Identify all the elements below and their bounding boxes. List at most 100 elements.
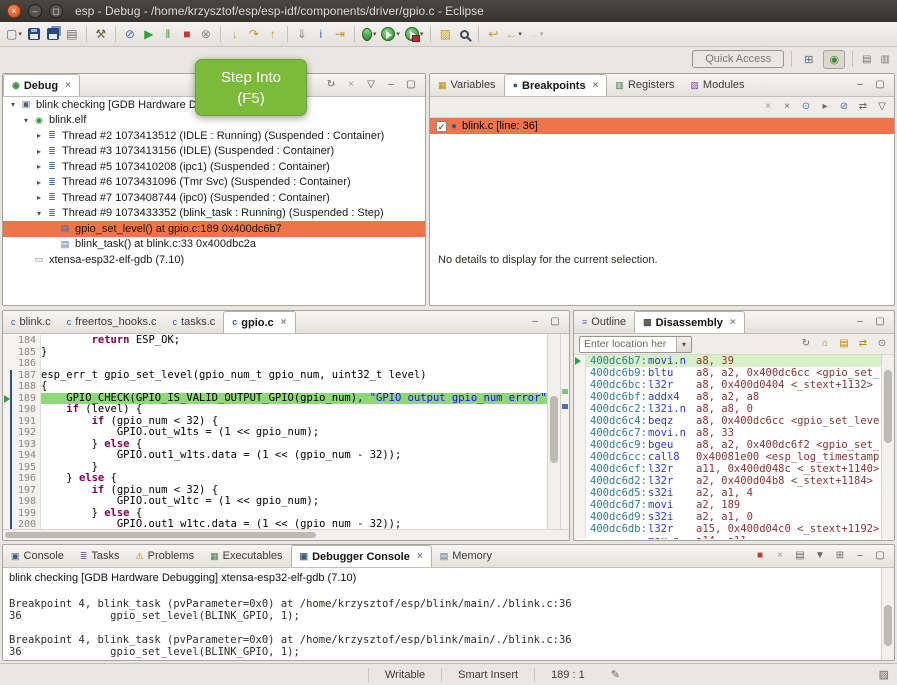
disassembly-line[interactable]: 400dc6c9:bgeua8, a2, 0x400dc6f2 <gpio_se…: [574, 439, 881, 451]
refresh-button[interactable]: ↻: [799, 339, 813, 349]
external-tools-button[interactable]: ▾: [403, 24, 426, 44]
scrollbar-thumb[interactable]: [884, 605, 892, 646]
window-minimize-button[interactable]: –: [28, 4, 42, 18]
tab-freertos-hooks-c[interactable]: cfreertos_hooks.c: [59, 311, 165, 333]
debug-tree-item[interactable]: ▾≣Thread #9 1073433352 (blink_task : Run…: [3, 206, 425, 222]
debug-tree-item[interactable]: ▸≣Thread #5 1073410208 (ipc1) (Suspended…: [3, 159, 425, 175]
open-console-button[interactable]: ⊞: [833, 551, 847, 561]
show-source-button[interactable]: ▤: [837, 339, 851, 349]
location-combo[interactable]: ▾: [579, 336, 692, 353]
remove-breakpoint-button[interactable]: ×: [761, 102, 775, 112]
disassembly-line[interactable]: 400dc6c2:l32i.na8, a8, 0: [574, 403, 881, 415]
quick-access-button[interactable]: Quick Access: [692, 50, 784, 68]
scrollbar-thumb[interactable]: [550, 396, 558, 462]
twisty-icon[interactable]: ▸: [33, 131, 45, 140]
debug-tree-item[interactable]: ▸≣Thread #3 1073413156 (IDLE) (Suspended…: [3, 144, 425, 160]
breakpoint-item[interactable]: ✓ ● blink.c [line: 36]: [430, 118, 894, 134]
disassembly-line[interactable]: 400dc6b7:movi.na8, 39: [574, 355, 881, 367]
tab-variables[interactable]: ▦Variables: [430, 74, 504, 96]
tab-breakpoints[interactable]: ●Breakpoints×: [504, 74, 608, 96]
twisty-icon[interactable]: ▸: [33, 178, 45, 187]
disassembly-scrollbar[interactable]: [881, 355, 894, 539]
scrollbar-thumb[interactable]: [5, 532, 316, 538]
twisty-icon[interactable]: ▸: [33, 193, 45, 202]
search-button[interactable]: [455, 24, 473, 44]
disassembly-line[interactable]: 400dc6b9:bltua8, a2, 0x400dc6cc <gpio_se…: [574, 367, 881, 379]
editor-horizontal-scrollbar[interactable]: [3, 529, 569, 540]
remove-all-terminated-button[interactable]: ×: [344, 80, 358, 90]
minimize-button[interactable]: –: [528, 317, 542, 327]
build-button[interactable]: ⚒: [92, 24, 110, 44]
close-tab-icon[interactable]: ×: [281, 317, 287, 328]
location-input[interactable]: [580, 337, 676, 352]
disassembly-line[interactable]: 400dc6c4:beqza8, 0x400dc6cc <gpio_set_le…: [574, 415, 881, 427]
overview-ruler[interactable]: [560, 334, 569, 529]
sync-with-pc-button[interactable]: ⇄: [856, 339, 870, 349]
terminate-button[interactable]: ■: [178, 24, 196, 44]
tab-gpio-c[interactable]: cgpio.c×: [223, 311, 295, 333]
tab-debugger-console[interactable]: ▣Debugger Console×: [291, 545, 432, 567]
close-tab-icon[interactable]: ×: [593, 80, 599, 91]
minimize-button[interactable]: –: [853, 317, 867, 327]
tab-console[interactable]: ▣Console: [3, 545, 72, 567]
debug-perspective-button[interactable]: ◉: [823, 50, 845, 69]
show-supported-breakpoints-button[interactable]: ⊙: [799, 102, 813, 112]
new-c-file-button[interactable]: ▨: [436, 24, 454, 44]
link-with-debug-view-button[interactable]: ⇄: [856, 102, 870, 112]
disassembly-line[interactable]: 400dc6db:l32ra15, 0x400d04c0 <_stext+119…: [574, 523, 881, 535]
minimized-view-1-button[interactable]: ▤: [860, 53, 873, 66]
disassembly-line[interactable]: mov.na14, a11: [574, 535, 881, 539]
suspend-button[interactable]: ‖: [159, 24, 177, 44]
debug-button[interactable]: ▾: [360, 24, 379, 44]
close-tab-icon[interactable]: ×: [65, 80, 71, 91]
debug-tree-item[interactable]: ▸≣Thread #2 1073413512 (IDLE : Running) …: [3, 128, 425, 144]
open-perspective-button[interactable]: ⊞: [799, 51, 818, 68]
disconnect-button[interactable]: ⊗: [197, 24, 215, 44]
terminate-button[interactable]: ■: [753, 551, 767, 561]
maximize-button[interactable]: ▢: [548, 317, 562, 327]
save-all-button[interactable]: [44, 24, 62, 44]
maximize-button[interactable]: ▢: [873, 80, 887, 90]
home-button[interactable]: ⌂: [818, 339, 832, 349]
twisty-icon[interactable]: ▸: [33, 162, 45, 171]
remove-launch-button[interactable]: ×: [773, 551, 787, 561]
disassembly-line[interactable]: 400dc6d5:s32ia2, a1, 4: [574, 487, 881, 499]
maximize-button[interactable]: ▢: [404, 80, 418, 90]
view-menu-button[interactable]: ▽: [875, 102, 889, 112]
close-tab-icon[interactable]: ×: [417, 551, 423, 562]
back-button[interactable]: ←▾: [503, 24, 524, 44]
run-button[interactable]: ▾: [379, 24, 402, 44]
step-return-button[interactable]: ↑: [264, 24, 282, 44]
window-close-button[interactable]: ×: [7, 4, 21, 18]
twisty-icon[interactable]: ▾: [33, 209, 45, 218]
tab-executables[interactable]: ▦Executables: [202, 545, 290, 567]
instruction-stepping-button[interactable]: i: [312, 24, 330, 44]
disassembly-content[interactable]: 400dc6b7:movi.na8, 39400dc6b9:bltua8, a2…: [574, 355, 881, 539]
minimize-button[interactable]: –: [853, 80, 867, 90]
disassembly-line[interactable]: 400dc6d7:movia2, 189: [574, 499, 881, 511]
display-selected-console-button[interactable]: ▼: [813, 551, 827, 561]
last-edit-location-button[interactable]: ↩: [484, 24, 502, 44]
disassembly-line[interactable]: 400dc6c7:movi.na8, 33: [574, 427, 881, 439]
disassembly-line[interactable]: 400dc6cf:l32ra11, 0x400d048c <_stext+114…: [574, 463, 881, 475]
step-into-button[interactable]: ↓: [226, 24, 244, 44]
debug-tree-item[interactable]: ▭xtensa-esp32-elf-gdb (7.10): [3, 252, 425, 268]
debug-tree-item[interactable]: ▤gpio_set_level() at gpio.c:189 0x400dc6…: [3, 221, 425, 237]
twisty-icon[interactable]: ▸: [33, 147, 45, 156]
skip-all-breakpoints-button[interactable]: ⊘: [121, 24, 139, 44]
clear-console-button[interactable]: ▤: [793, 551, 807, 561]
editor-vertical-scrollbar[interactable]: [547, 334, 560, 529]
track-expression-button[interactable]: ⊙: [875, 339, 889, 349]
debug-tree-item[interactable]: ▤blink_task() at blink.c:33 0x400dbc2a: [3, 237, 425, 253]
disassembly-line[interactable]: 400dc6d9:s32ia2, a1, 0: [574, 511, 881, 523]
tab-registers[interactable]: ▥Registers: [607, 74, 682, 96]
tab-tasks[interactable]: ≣Tasks: [72, 545, 128, 567]
print-button[interactable]: ▤: [63, 24, 81, 44]
disassembly-line[interactable]: 400dc6bc:l32ra8, 0x400d0404 <_stext+1132…: [574, 379, 881, 391]
breakpoint-checkbox[interactable]: ✓: [436, 121, 447, 132]
disassembly-line[interactable]: 400dc6bf:addx4a8, a2, a8: [574, 391, 881, 403]
close-tab-icon[interactable]: ×: [730, 317, 736, 328]
trim-grip-icon[interactable]: ▨: [879, 668, 889, 681]
maximize-button[interactable]: ▢: [873, 317, 887, 327]
console-scrollbar[interactable]: [881, 568, 894, 660]
